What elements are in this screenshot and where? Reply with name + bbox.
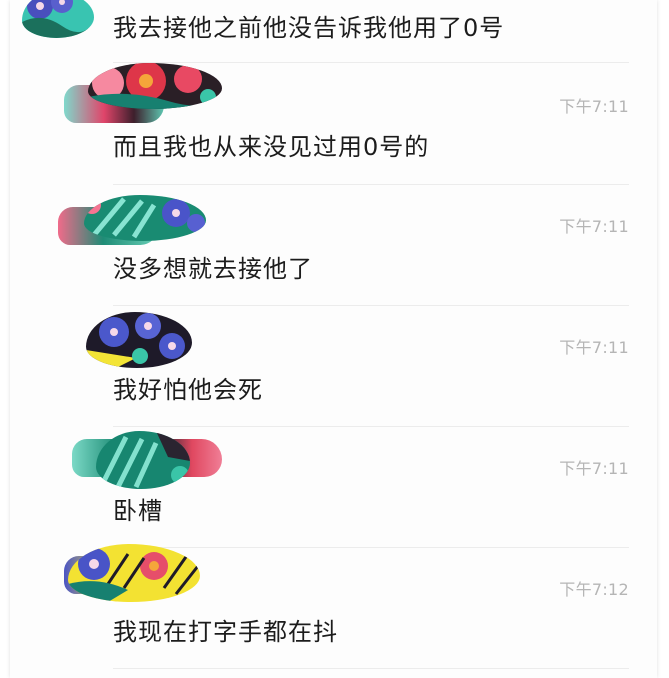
message-time: 下午7:11	[559, 459, 629, 478]
message-time: 下午7:11	[559, 217, 629, 236]
floral-avatar-icon[interactable]	[68, 544, 200, 602]
message-text: 卧槽	[113, 497, 163, 525]
message-text: 我现在打字手都在抖	[113, 618, 338, 646]
message-row[interactable]: 我去接他之前他没告诉我他用了0号	[0, 0, 669, 42]
floral-avatar-icon[interactable]	[84, 195, 206, 241]
divider	[113, 668, 629, 669]
message-row[interactable]: 下午7:11 没多想就去接他了	[0, 185, 669, 306]
message-text: 没多想就去接他了	[113, 255, 313, 283]
message-row[interactable]: 下午7:11 而且我也从来没见过用0号的	[0, 63, 669, 184]
message-text: 我去接他之前他没告诉我他用了0号	[113, 14, 505, 42]
message-time: 下午7:11	[559, 338, 629, 357]
message-text: 而且我也从来没见过用0号的	[113, 133, 430, 161]
message-time: 下午7:11	[559, 97, 629, 116]
message-text: 我好怕他会死	[113, 376, 263, 404]
message-row[interactable]: 下午7:11 卧槽	[0, 427, 669, 548]
message-time: 下午7:12	[559, 580, 629, 599]
floral-avatar-icon[interactable]	[88, 63, 222, 109]
floral-avatar-icon[interactable]	[86, 312, 192, 368]
message-row[interactable]: 下午7:11 我好怕他会死	[0, 306, 669, 427]
message-row[interactable]: 下午7:12 我现在打字手都在抖	[0, 544, 669, 669]
